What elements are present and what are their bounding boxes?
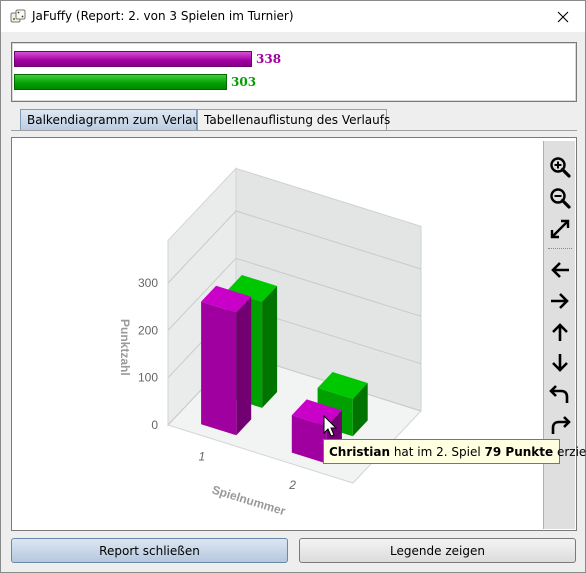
fit-view-button[interactable] xyxy=(548,217,572,241)
pan-right-button[interactable] xyxy=(548,289,572,313)
bar-side xyxy=(262,286,278,408)
zoom-in-icon xyxy=(550,157,571,178)
chart-panel: 0 100 200 300 1 2 Spielnummer Punktzahl xyxy=(11,137,577,531)
pan-up-button[interactable] xyxy=(548,320,572,344)
tab-table[interactable]: Tabellenauflistung des Verlaufs xyxy=(197,109,390,131)
undo-icon xyxy=(549,385,569,403)
zoom-out-button[interactable] xyxy=(548,186,572,210)
arrow-up-icon xyxy=(552,323,568,341)
close-icon xyxy=(557,11,569,22)
close-report-button[interactable]: Report schließen xyxy=(11,538,288,563)
y-tick-label: 300 xyxy=(138,276,158,290)
tab-bar-chart[interactable]: Balkendiagramm zum Verlauf xyxy=(20,109,204,131)
pan-down-button[interactable] xyxy=(548,351,572,375)
close-window-button[interactable] xyxy=(541,1,585,32)
score-bar xyxy=(14,51,252,67)
score-bar xyxy=(14,74,227,90)
bar-tooltip: Christian hat im 2. Spiel 79 Punkte erzi… xyxy=(323,439,586,464)
x-tick-label: 2 xyxy=(288,478,296,492)
rotate-left-button[interactable] xyxy=(548,382,572,406)
fit-icon xyxy=(550,219,570,239)
tooltip-text: hat im 2. Spiel xyxy=(390,445,485,459)
redo-icon xyxy=(551,416,571,434)
bar-chart-3d: 0 100 200 300 1 2Spielnummer Punktzahl xyxy=(118,167,422,519)
rotate-right-button[interactable] xyxy=(548,413,572,437)
y-tick-label: 200 xyxy=(138,323,158,337)
tooltip-player: Christian xyxy=(329,445,391,459)
mouse-cursor-icon xyxy=(323,415,338,437)
zoom-out-icon xyxy=(550,188,571,209)
y-tick-label: 0 xyxy=(151,418,158,432)
score-value: 303 xyxy=(231,75,257,89)
arrow-right-icon xyxy=(551,293,569,309)
zoom-in-button[interactable] xyxy=(548,155,572,179)
bar xyxy=(201,301,237,436)
y-tick-label: 100 xyxy=(138,371,158,385)
x-axis-title: Spielnummer xyxy=(210,483,287,519)
arrow-left-icon xyxy=(551,262,569,278)
toolbar-separator xyxy=(548,248,572,249)
chart-toolbar xyxy=(543,141,575,529)
pan-left-button[interactable] xyxy=(548,258,572,282)
bar-side xyxy=(236,296,252,436)
arrow-down-icon xyxy=(552,354,568,372)
y-axis-title: Punktzahl xyxy=(118,319,132,376)
x-tick-label: 1 xyxy=(199,449,206,463)
dice-app-icon xyxy=(10,9,26,23)
tooltip-points: 79 Punkte xyxy=(484,445,554,459)
window-title: JaFuffy (Report: 2. von 3 Spielen im Tur… xyxy=(32,9,294,23)
report-window: JaFuffy (Report: 2. von 3 Spielen im Tur… xyxy=(0,0,586,573)
title-bar: JaFuffy (Report: 2. von 3 Spielen im Tur… xyxy=(1,1,585,32)
tab-divider xyxy=(11,130,577,131)
score-overview: 338 303 xyxy=(11,42,577,102)
score-value: 338 xyxy=(256,52,282,66)
show-legend-button[interactable]: Legende zeigen xyxy=(299,538,576,563)
tooltip-text-end: erzielt. xyxy=(556,445,586,459)
